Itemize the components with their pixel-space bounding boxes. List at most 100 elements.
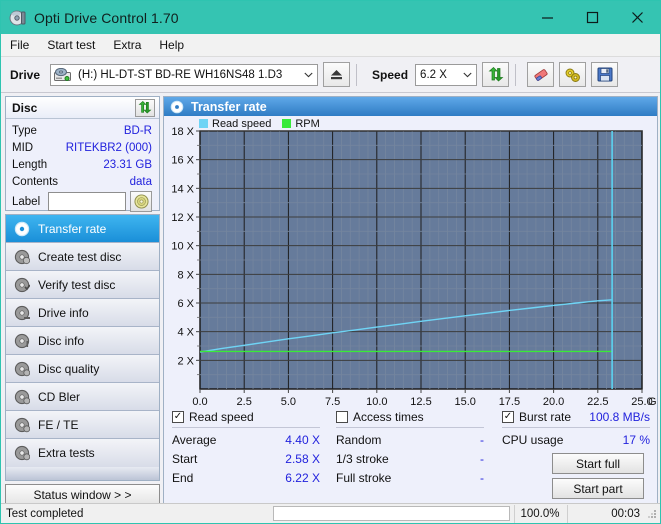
chevron-down-icon[interactable] (300, 65, 317, 85)
stat-value-end: 6.22 X (285, 471, 320, 485)
svg-text:12 X: 12 X (171, 212, 194, 224)
chart-canvas: 2 X 4 X 6 X 8 X 10 X 12 X 14 X 16 X 18 X 0.0 2.5 5.… (171, 126, 661, 408)
chevron-down-icon[interactable] (459, 65, 476, 85)
speed-label: Speed (372, 67, 409, 82)
start-part-label: Start part (573, 481, 623, 496)
sidebar-filler (6, 467, 159, 480)
disc-icon (14, 333, 30, 349)
menubar: File Start test Extra Help (1, 34, 660, 57)
disc-load-button[interactable] (130, 191, 153, 212)
stat-key-average: Average (172, 433, 217, 447)
svg-text:6 X: 6 X (177, 298, 194, 310)
disc-label-row: Label (6, 190, 159, 213)
access-times-label: Access times (353, 410, 424, 424)
svg-text:12.5: 12.5 (410, 396, 431, 406)
svg-text:10 X: 10 X (171, 241, 194, 253)
eject-button[interactable] (323, 62, 351, 87)
disc-icon (14, 305, 30, 321)
disc-key-type: Type (12, 124, 37, 137)
menu-extra[interactable]: Extra (104, 35, 150, 55)
read-speed-checkbox[interactable]: ✓ (172, 411, 184, 423)
disc-row-type: Type BD-R (6, 122, 159, 139)
panel-title: Transfer rate (191, 99, 267, 114)
burst-rate-checkbox[interactable]: ✓ (502, 411, 514, 423)
access-times-checkbox-row[interactable]: Access times (336, 410, 484, 424)
start-full-button[interactable]: Start full (552, 453, 644, 474)
resize-grip[interactable] (646, 508, 658, 520)
disc-icon (14, 417, 31, 433)
stat-row-cpu-usage: CPU usage 17 % (502, 433, 650, 447)
burst-rate-checkbox-row[interactable]: ✓ Burst rate 100.8 MB/s (502, 410, 650, 424)
disc-label-input[interactable] (48, 192, 127, 211)
menu-help[interactable]: Help (150, 35, 193, 55)
menu-file[interactable]: File (1, 35, 38, 55)
stat-value-cpu-usage: 17 % (622, 433, 650, 447)
read-speed-checkbox-row[interactable]: ✓ Read speed (172, 410, 320, 424)
svg-text:GB: GB (648, 396, 657, 406)
svg-text:14 X: 14 X (171, 183, 194, 195)
svg-text:20.0: 20.0 (543, 396, 564, 406)
sidebar-item-label: Extra tests (38, 446, 95, 460)
disc-value-length: 23.31 GB (103, 158, 152, 171)
divider (336, 427, 484, 428)
sidebar-nav: Transfer rate Create test disc Verify te… (5, 214, 160, 481)
panel-header: Transfer rate (164, 97, 657, 116)
sidebar-item-disc-info[interactable]: Disc info (6, 327, 159, 355)
start-part-button[interactable]: Start part (552, 478, 644, 499)
speed-select[interactable]: 6.2 X (415, 63, 478, 86)
disc-label-key: Label (12, 195, 41, 208)
burst-rate-label: Burst rate (519, 410, 572, 424)
sidebar-item-verify-test-disc[interactable]: Verify test disc (6, 271, 159, 299)
toolbar-divider (356, 63, 358, 86)
legend-swatch-rpm (282, 119, 292, 128)
disc-key-contents: Contents (12, 175, 59, 188)
left-panel: Disc Type BD-R MID RITEKBR2 (000) Length… (5, 96, 160, 506)
access-times-checkbox[interactable] (336, 411, 348, 423)
minimize-button[interactable] (525, 1, 570, 34)
sidebar-item-create-test-disc[interactable]: Create test disc (6, 243, 159, 271)
stat-key-full-stroke: Full stroke (336, 471, 392, 485)
stats-col-access-times: Access times Random - 1/3 stroke - Full … (336, 410, 484, 485)
sidebar-item-transfer-rate[interactable]: Transfer rate (6, 215, 159, 243)
disc-refresh-button[interactable] (135, 98, 155, 117)
refresh-button[interactable] (482, 62, 510, 87)
stat-key-third-stroke: 1/3 stroke (336, 452, 389, 466)
tools-button[interactable] (559, 62, 587, 87)
stats-col-burst-rate: ✓ Burst rate 100.8 MB/s CPU usage 17 % (502, 410, 650, 447)
stat-row-start: Start 2.58 X (172, 452, 320, 466)
close-button[interactable] (615, 1, 660, 34)
svg-text:8 X: 8 X (177, 269, 194, 281)
burst-rate-value: 100.8 MB/s (589, 410, 650, 424)
stat-key-random: Random (336, 433, 382, 447)
sidebar-item-label: Create test disc (38, 249, 122, 264)
stat-row-end: End 6.22 X (172, 471, 320, 485)
disc-value-contents: data (129, 175, 152, 188)
stat-value-random: - (480, 433, 484, 447)
sidebar-item-disc-quality[interactable]: Disc quality (6, 355, 159, 383)
disc-icon (14, 361, 31, 377)
titlebar: Opti Drive Control 1.70 (1, 1, 660, 34)
save-button[interactable] (591, 62, 619, 87)
disc-icon (14, 221, 30, 237)
svg-text:10.0: 10.0 (366, 396, 387, 406)
sidebar-item-label: Disc quality (38, 361, 100, 376)
sidebar-item-fe-te[interactable]: FE / TE (6, 411, 159, 439)
progress-bar (273, 506, 510, 521)
svg-text:22.5: 22.5 (587, 396, 608, 406)
erase-button[interactable] (527, 62, 555, 87)
stat-row-third-stroke: 1/3 stroke - (336, 452, 484, 466)
disc-panel-title: Disc (12, 100, 38, 115)
maximize-button[interactable] (570, 1, 615, 34)
sidebar-item-drive-info[interactable]: Drive info (6, 299, 159, 327)
svg-text:15.0: 15.0 (454, 396, 475, 406)
sidebar-item-cd-bler[interactable]: CD Bler (6, 383, 159, 411)
drive-select[interactable]: (H:) HL-DT-ST BD-RE WH16NS48 1.D3 (50, 63, 319, 86)
disc-row-contents: Contents data (6, 173, 159, 190)
stat-value-third-stroke: - (480, 452, 484, 466)
disc-icon (14, 389, 31, 405)
disc-row-length: Length 23.31 GB (6, 156, 159, 173)
disc-row-mid: MID RITEKBR2 (000) (6, 139, 159, 156)
sidebar-item-label: Disc info (38, 333, 85, 348)
sidebar-item-extra-tests[interactable]: Extra tests (6, 439, 159, 467)
menu-start-test[interactable]: Start test (38, 35, 104, 55)
